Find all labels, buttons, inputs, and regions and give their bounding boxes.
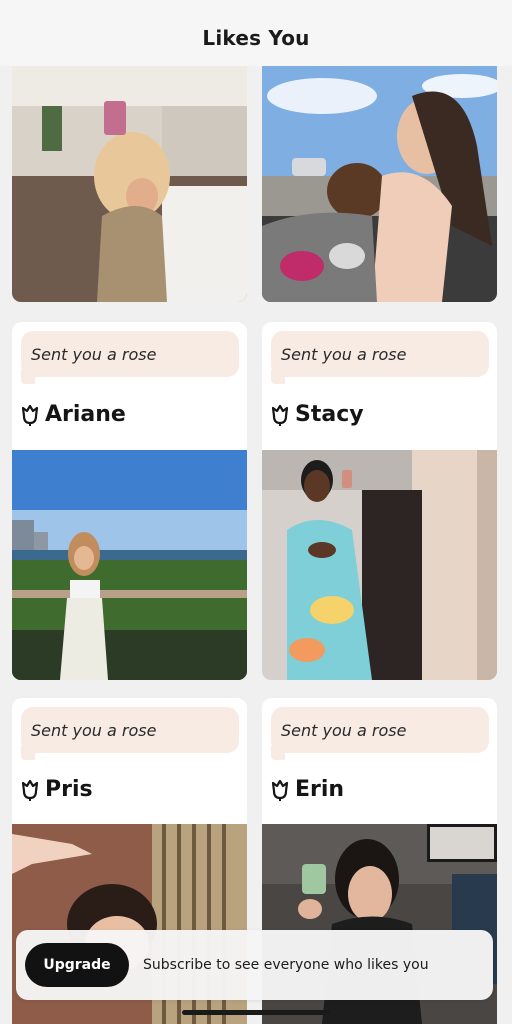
home-indicator[interactable]	[182, 1010, 330, 1015]
rose-message-bubble: Sent you a rose	[271, 707, 489, 753]
profile-name-row: Pris	[20, 777, 93, 802]
like-card-erin[interactable]: Sent you a rose Erin	[262, 698, 497, 824]
profile-name: Erin	[295, 777, 345, 802]
rose-message-text: Sent you a rose	[281, 720, 407, 740]
profile-name: Ariane	[45, 402, 126, 427]
profile-photo-top-left[interactable]	[12, 66, 247, 302]
rose-icon	[21, 779, 39, 801]
like-card-pris[interactable]: Sent you a rose Pris	[12, 698, 247, 824]
profile-name: Pris	[45, 777, 93, 802]
profile-name: Stacy	[295, 402, 364, 427]
rose-message-bubble: Sent you a rose	[21, 331, 239, 377]
bubble-tail	[271, 746, 285, 760]
rose-message-text: Sent you a rose	[31, 344, 157, 364]
likes-grid: Sent you a rose Ariane Sent you a rose S…	[0, 0, 512, 1024]
profile-name-row: Stacy	[270, 402, 364, 427]
upgrade-button[interactable]: Upgrade	[25, 943, 129, 987]
profile-photo-top-right[interactable]	[262, 66, 497, 302]
rose-message-bubble: Sent you a rose	[21, 707, 239, 753]
rose-message-text: Sent you a rose	[281, 344, 407, 364]
rose-icon	[271, 404, 289, 426]
bubble-tail	[21, 746, 35, 760]
top-header: Likes You	[0, 0, 512, 66]
like-card-ariane[interactable]: Sent you a rose Ariane	[12, 322, 247, 450]
profile-name-row: Ariane	[20, 402, 126, 427]
bubble-tail	[271, 370, 285, 384]
profile-name-row: Erin	[270, 777, 344, 802]
profile-photo-ariane[interactable]	[12, 450, 247, 680]
rose-message-text: Sent you a rose	[31, 720, 157, 740]
page-title: Likes You	[202, 26, 310, 50]
bubble-tail	[21, 370, 35, 384]
upgrade-banner[interactable]: Upgrade Subscribe to see everyone who li…	[16, 930, 493, 1000]
upgrade-message: Subscribe to see everyone who likes you	[143, 957, 429, 973]
rose-icon	[271, 779, 289, 801]
like-card-stacy[interactable]: Sent you a rose Stacy	[262, 322, 497, 450]
rose-message-bubble: Sent you a rose	[271, 331, 489, 377]
rose-icon	[21, 404, 39, 426]
profile-photo-stacy[interactable]	[262, 450, 497, 680]
